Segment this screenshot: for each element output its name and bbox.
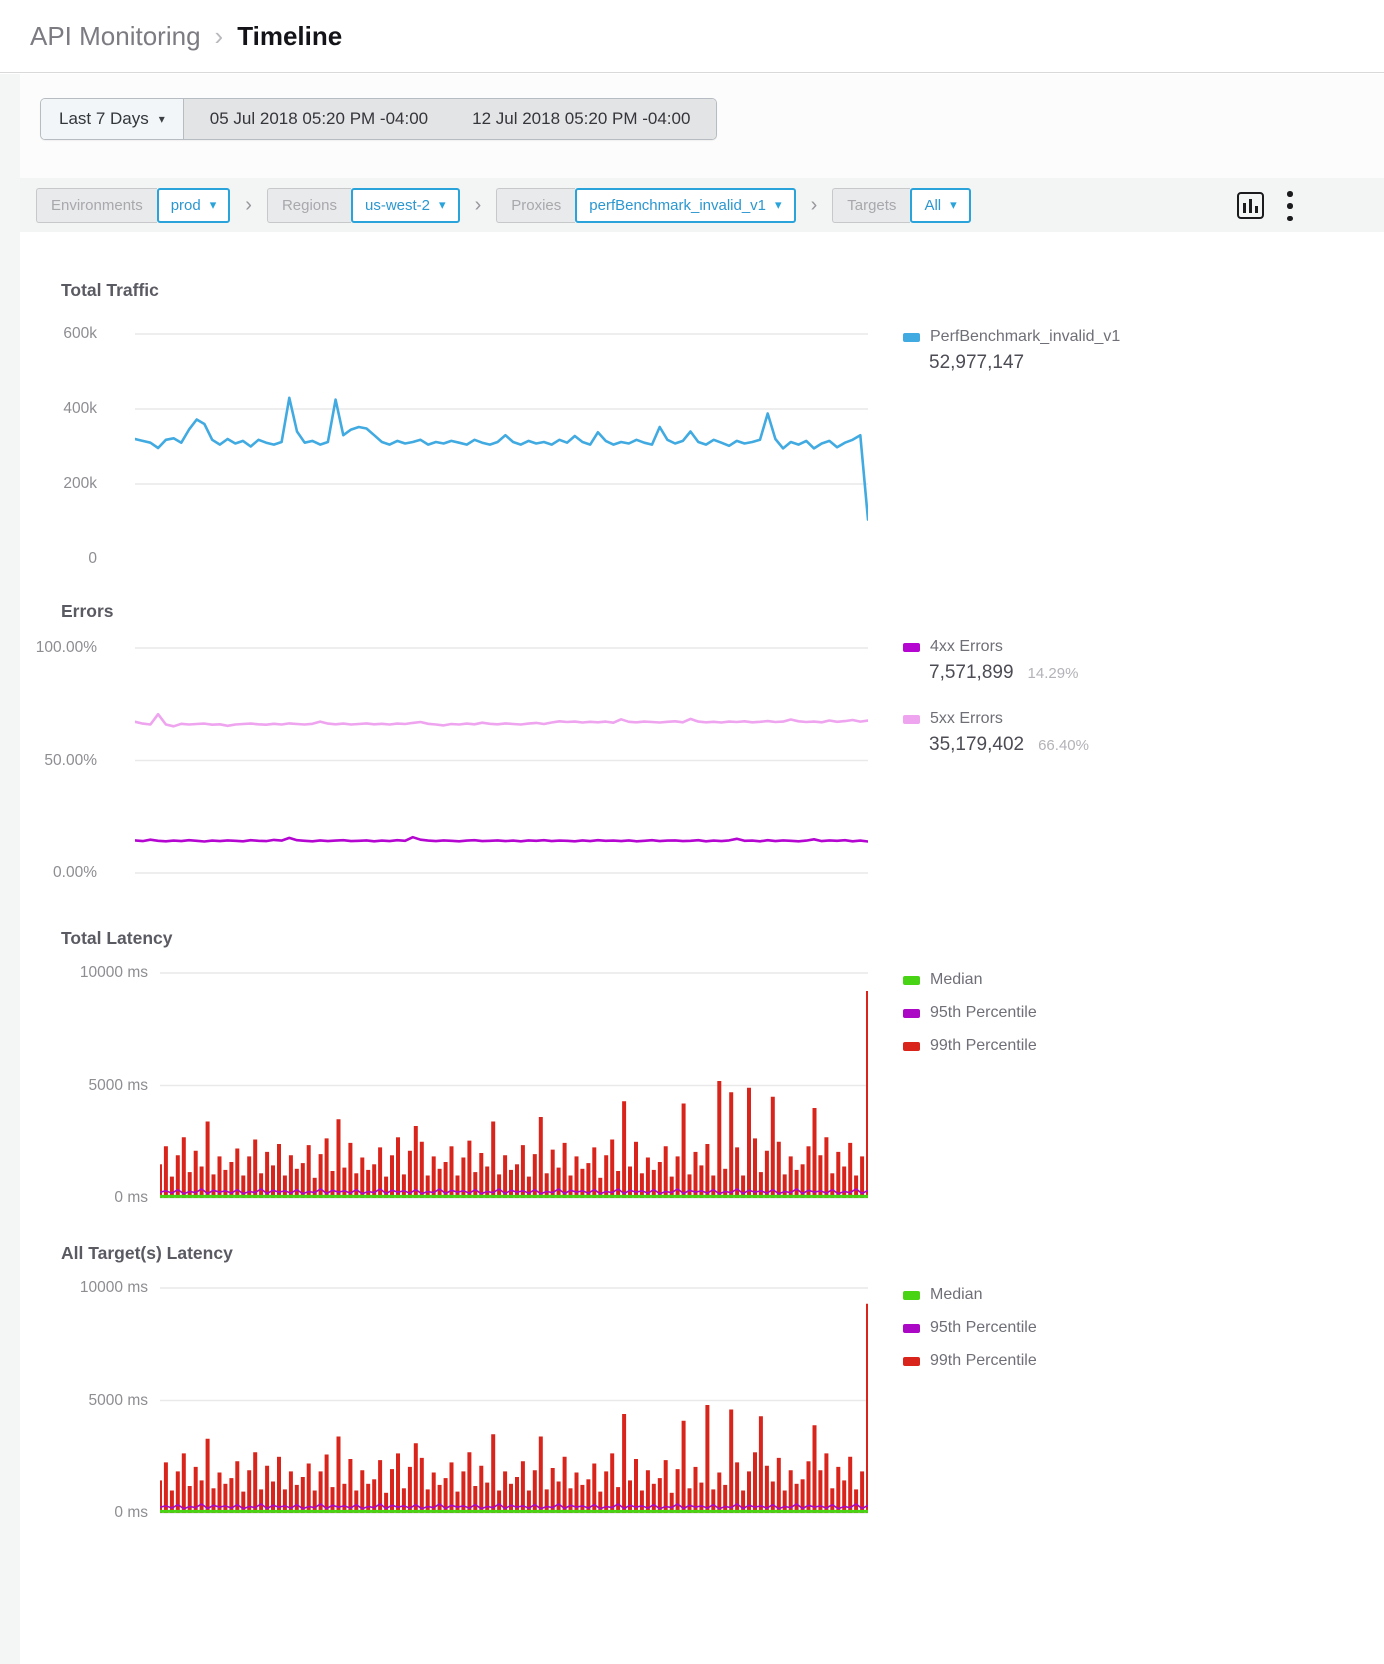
legend-item-4xx-errors: 4xx Errors xyxy=(903,638,1003,656)
date-range-control: Last 7 Days ▾ 05 Jul 2018 05:20 PM -04:0… xyxy=(40,98,717,140)
errors-ytick: 0.00% xyxy=(20,863,97,883)
all-targets-latency-chart[interactable] xyxy=(160,1286,868,1515)
legend-item-99th-percentile: 99th Percentile xyxy=(903,1352,1037,1370)
legend-swatch xyxy=(903,715,920,724)
filter-chevron-icon: › xyxy=(475,194,482,217)
filter-dropdown-proxies[interactable]: perfBenchmark_invalid_v1 ▾ xyxy=(575,188,795,223)
filter-group-proxies: Proxies perfBenchmark_invalid_v1 ▾ xyxy=(496,188,795,223)
filter-label-proxies: Proxies xyxy=(496,188,575,223)
toolbar: Last 7 Days ▾ 05 Jul 2018 05:20 PM -04:0… xyxy=(20,74,1384,178)
caret-down-icon: ▾ xyxy=(439,197,446,213)
total-latency-ytick: 0 ms xyxy=(20,1188,148,1208)
legend-label: 95th Percentile xyxy=(930,1319,1037,1337)
legend-total-value: 52,977,147 xyxy=(929,352,1024,374)
filter-bar: Environments prod ▾ › Regions us-west-2 ▾ › Prox… xyxy=(20,178,1384,232)
legend-label: PerfBenchmark_invalid_v1 xyxy=(930,328,1120,346)
filter-group-targets: Targets All ▾ xyxy=(832,188,970,223)
page-title: Timeline xyxy=(237,21,342,52)
all-targets-latency-ytick: 5000 ms xyxy=(20,1391,148,1411)
total-traffic-ytick: 600k xyxy=(20,324,97,344)
legend-item-perfbenchmark-invalid-v1: PerfBenchmark_invalid_v1 xyxy=(903,328,1120,346)
legend-label: Median xyxy=(930,971,982,989)
page-header: API Monitoring › Timeline xyxy=(0,0,1384,73)
filter-label-environments: Environments xyxy=(36,188,157,223)
legend-label: Median xyxy=(930,1286,982,1304)
total-traffic-ytick: 0 xyxy=(20,549,97,569)
filter-group-regions: Regions us-west-2 ▾ xyxy=(267,188,460,223)
legend-label: 4xx Errors xyxy=(930,638,1003,656)
caret-down-icon: ▾ xyxy=(950,197,957,213)
filter-group-environments: Environments prod ▾ xyxy=(36,188,230,223)
errors-chart[interactable] xyxy=(135,646,868,875)
legend-percent-value: 14.29% xyxy=(1028,665,1079,682)
start-date: 05 Jul 2018 05:20 PM -04:00 xyxy=(210,109,428,129)
date-range-preset-dropdown[interactable]: Last 7 Days ▾ xyxy=(41,99,184,139)
legend-swatch xyxy=(903,1357,920,1366)
legend-item-5xx-errors: 5xx Errors xyxy=(903,710,1003,728)
charts-panel: Total Traffic 600k 400k 200k 0 PerfBenchmark_… xyxy=(20,232,1384,1664)
legend-swatch xyxy=(903,333,920,342)
legend-swatch xyxy=(903,643,920,652)
legend-total-value: 35,179,402 xyxy=(929,734,1024,756)
legend-item-95th-percentile: 95th Percentile xyxy=(903,1319,1037,1337)
legend-label: 99th Percentile xyxy=(930,1352,1037,1370)
bar-chart-icon xyxy=(1237,192,1264,219)
all-targets-latency-ytick: 10000 ms xyxy=(20,1278,148,1298)
errors-ytick: 50.00% xyxy=(20,751,97,771)
legend-total-value: 7,571,899 xyxy=(929,662,1014,684)
legend-item-median: Median xyxy=(903,971,982,989)
total-latency-ytick: 5000 ms xyxy=(20,1076,148,1096)
legend-value-row: 7,571,899 14.29% xyxy=(929,662,1078,684)
legend-swatch xyxy=(903,976,920,985)
errors-title: Errors xyxy=(61,601,114,622)
legend-label: 5xx Errors xyxy=(930,710,1003,728)
filter-value-targets: All xyxy=(924,197,941,214)
filter-value-environments: prod xyxy=(171,197,201,214)
caret-down-icon: ▾ xyxy=(775,197,782,213)
all-targets-latency-title: All Target(s) Latency xyxy=(61,1243,233,1264)
legend-swatch xyxy=(903,1324,920,1333)
total-latency-title: Total Latency xyxy=(61,928,173,949)
total-traffic-ytick: 200k xyxy=(20,474,97,494)
date-range-preset-label: Last 7 Days xyxy=(59,109,149,129)
filter-chevron-icon: › xyxy=(245,194,252,217)
date-range-values[interactable]: 05 Jul 2018 05:20 PM -04:00 12 Jul 2018 … xyxy=(184,99,717,139)
legend-swatch xyxy=(903,1009,920,1018)
total-traffic-chart[interactable] xyxy=(135,332,868,561)
caret-down-icon: ▾ xyxy=(210,197,217,213)
legend-label: 95th Percentile xyxy=(930,1004,1037,1022)
legend-item-95th-percentile: 95th Percentile xyxy=(903,1004,1037,1022)
legend-item-median: Median xyxy=(903,1286,982,1304)
filter-label-regions: Regions xyxy=(267,188,351,223)
filter-dropdown-regions[interactable]: us-west-2 ▾ xyxy=(351,188,460,223)
breadcrumb-chevron-icon: › xyxy=(215,21,224,52)
caret-down-icon: ▾ xyxy=(159,112,165,126)
total-latency-chart[interactable] xyxy=(160,971,868,1200)
left-gutter xyxy=(0,74,20,1664)
legend-percent-value: 66.40% xyxy=(1038,737,1089,754)
filter-dropdown-environments[interactable]: prod ▾ xyxy=(157,188,231,223)
legend-value-row: 52,977,147 xyxy=(929,352,1024,374)
filter-chevron-icon: › xyxy=(811,194,818,217)
filter-label-targets: Targets xyxy=(832,188,910,223)
total-traffic-title: Total Traffic xyxy=(61,280,159,301)
chart-type-button[interactable] xyxy=(1237,192,1264,219)
filter-dropdown-targets[interactable]: All ▾ xyxy=(910,188,970,223)
legend-label: 99th Percentile xyxy=(930,1037,1037,1055)
legend-item-99th-percentile: 99th Percentile xyxy=(903,1037,1037,1055)
all-targets-latency-ytick: 0 ms xyxy=(20,1503,148,1523)
total-latency-ytick: 10000 ms xyxy=(20,963,148,983)
filter-value-proxies: perfBenchmark_invalid_v1 xyxy=(589,197,766,214)
end-date: 12 Jul 2018 05:20 PM -04:00 xyxy=(472,109,690,129)
total-traffic-ytick: 400k xyxy=(20,399,97,419)
legend-value-row: 35,179,402 66.40% xyxy=(929,734,1089,756)
filter-value-regions: us-west-2 xyxy=(365,197,430,214)
breadcrumb-parent-link[interactable]: API Monitoring xyxy=(30,21,201,52)
kebab-menu-button[interactable] xyxy=(1284,191,1296,221)
legend-swatch xyxy=(903,1042,920,1051)
errors-ytick: 100.00% xyxy=(20,638,97,658)
legend-swatch xyxy=(903,1291,920,1300)
